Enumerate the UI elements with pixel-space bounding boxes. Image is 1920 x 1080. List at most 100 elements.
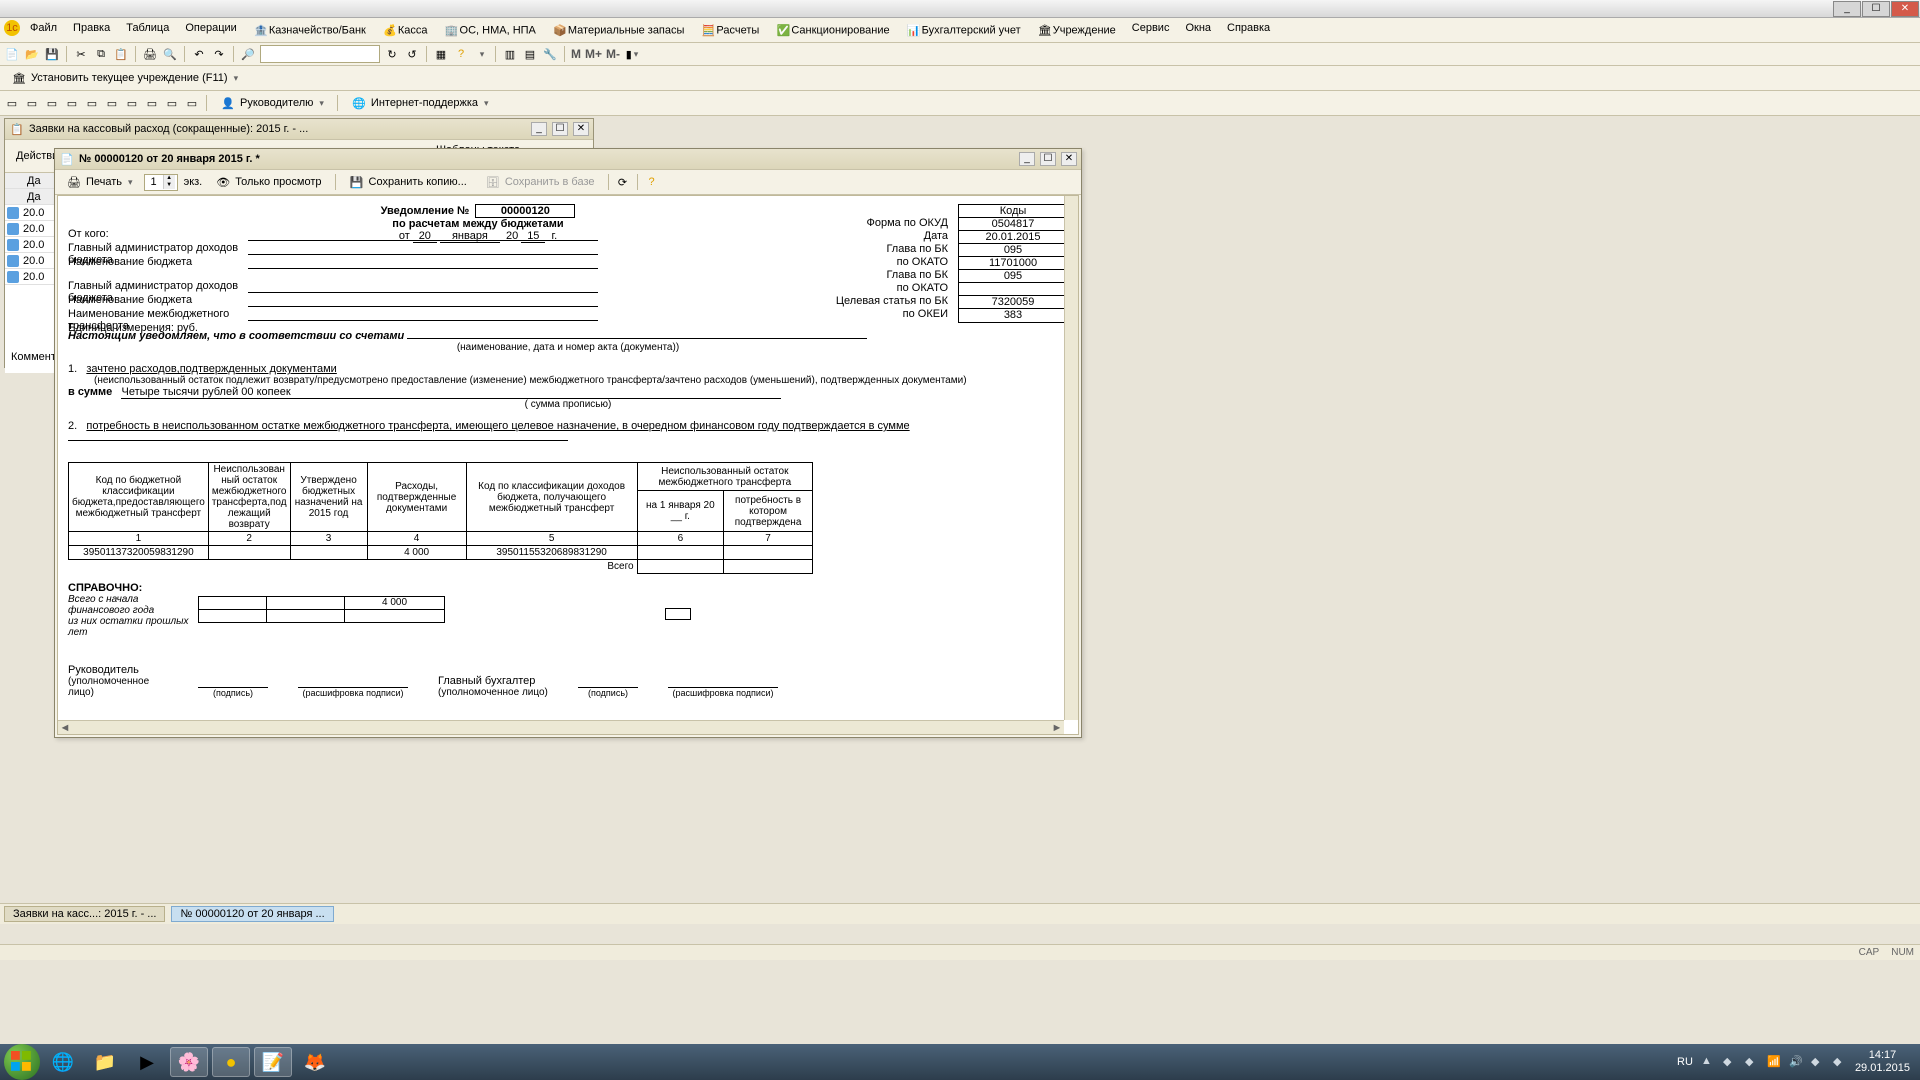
menu-treasury[interactable]: 🏦Казначейство/Банк	[247, 20, 372, 40]
help-doc-icon[interactable]: ?	[644, 174, 660, 190]
refresh-doc-icon[interactable]: ⟳	[615, 174, 631, 190]
save-icon[interactable]: 💾	[44, 46, 60, 62]
panel-toolbar: ▭ ▭ ▭ ▭ ▭ ▭ ▭ ▭ ▭ ▭ 👤 Руководителю 🌐 Инт…	[0, 91, 1920, 116]
scroll-right-icon[interactable]: ►	[1050, 722, 1064, 734]
start-button[interactable]	[4, 1044, 40, 1080]
pane4-icon[interactable]: ▭	[64, 95, 80, 111]
menu-service[interactable]: Сервис	[1126, 20, 1176, 40]
pane2-icon[interactable]: ▭	[24, 95, 40, 111]
spin-up[interactable]: ▲	[163, 175, 175, 182]
save-db-button[interactable]: 🗄 Сохранить в базе	[478, 172, 602, 192]
menu-assets[interactable]: 🏢ОС, НМА, НПА	[438, 20, 542, 40]
grid2-icon[interactable]: ▤	[522, 46, 538, 62]
doc-minimize-button[interactable]: _	[1019, 152, 1035, 166]
search-icon[interactable]: 🔎	[240, 46, 256, 62]
preview-icon[interactable]: 🔍	[162, 46, 178, 62]
tray-lang[interactable]: RU	[1677, 1056, 1693, 1068]
pane3-icon[interactable]: ▭	[44, 95, 60, 111]
print-button[interactable]: 🖨 Печать	[59, 172, 140, 192]
os-minimize-button[interactable]: _	[1833, 1, 1861, 17]
search-combo[interactable]	[260, 45, 380, 63]
memory-mplus[interactable]: M+	[585, 47, 602, 61]
list-window-titlebar[interactable]: 📋 Заявки на кассовый расход (сокращенные…	[5, 119, 593, 140]
tray-app1-icon[interactable]: ◆	[1723, 1055, 1737, 1069]
menu-calc[interactable]: 🧮Расчеты	[694, 20, 765, 40]
spin-down[interactable]: ▼	[163, 182, 175, 189]
redo-icon[interactable]: ↷	[211, 46, 227, 62]
help-dropdown[interactable]	[473, 46, 489, 62]
memory-mminus[interactable]: M-	[606, 47, 620, 61]
task-notes[interactable]: 📝	[254, 1047, 292, 1077]
pane7-icon[interactable]: ▭	[124, 95, 140, 111]
copy-icon[interactable]: ⧉	[93, 46, 109, 62]
manager-button[interactable]: 👤 Руководителю	[213, 93, 331, 113]
pane9-icon[interactable]: ▭	[164, 95, 180, 111]
memory-dropdown[interactable]: ▮	[624, 46, 640, 62]
os-maximize-button[interactable]: ☐	[1862, 1, 1890, 17]
menu-edit[interactable]: Правка	[67, 20, 116, 40]
vertical-scrollbar[interactable]	[1064, 196, 1078, 720]
menu-org[interactable]: 🏛Учреждение	[1031, 20, 1122, 40]
paste-icon[interactable]: 📋	[113, 46, 129, 62]
pane8-icon[interactable]: ▭	[144, 95, 160, 111]
view-only-button[interactable]: 👁 Только просмотр	[208, 172, 328, 192]
save-copy-button[interactable]: 💾 Сохранить копию...	[342, 172, 474, 192]
new-icon[interactable]: 📄	[4, 46, 20, 62]
pane1-icon[interactable]: ▭	[4, 95, 20, 111]
cut-icon[interactable]: ✂	[73, 46, 89, 62]
pane5-icon[interactable]: ▭	[84, 95, 100, 111]
copies-input[interactable]	[145, 176, 163, 188]
menu-sanction[interactable]: ✅Санкционирование	[769, 20, 895, 40]
document-titlebar[interactable]: 📄 № 00000120 от 20 января 2015 г. * _ ☐ …	[55, 149, 1081, 170]
menu-operations[interactable]: Операции	[179, 20, 242, 40]
list-close-button[interactable]: ✕	[573, 122, 589, 136]
menu-cash[interactable]: 💰Касса	[376, 20, 434, 40]
tray-clock[interactable]: 14:17 29.01.2015	[1855, 1049, 1910, 1075]
menu-file[interactable]: Файл	[24, 20, 63, 40]
mdi-tab-list[interactable]: Заявки на касс...: 2015 г. - ...	[4, 906, 165, 922]
copies-spinner[interactable]: ▲▼	[144, 174, 178, 191]
memory-m[interactable]: M	[571, 47, 581, 61]
tray-network-icon[interactable]: 📶	[1767, 1055, 1781, 1069]
doc-maximize-button[interactable]: ☐	[1040, 152, 1056, 166]
tray-app3-icon[interactable]: ◆	[1811, 1055, 1825, 1069]
menu-materials[interactable]: 📦Материальные запасы	[546, 20, 691, 40]
open-icon[interactable]: 📂	[24, 46, 40, 62]
menu-accounting[interactable]: 📊Бухгалтерский учет	[900, 20, 1027, 40]
task-icq[interactable]: 🌸	[170, 1047, 208, 1077]
task-media[interactable]: ▶	[128, 1047, 166, 1077]
list-minimize-button[interactable]: _	[531, 122, 547, 136]
org-toolbar: 🏛 Установить текущее учреждение (F11)	[0, 66, 1920, 91]
pane10-icon[interactable]: ▭	[184, 95, 200, 111]
help-icon[interactable]: ?	[453, 46, 469, 62]
task-firefox[interactable]: 🦊	[296, 1047, 334, 1077]
tray-flag-icon[interactable]: ▲	[1701, 1055, 1715, 1069]
task-explorer[interactable]: 📁	[86, 1047, 124, 1077]
set-current-org-button[interactable]: 🏛 Установить текущее учреждение (F11)	[4, 68, 245, 88]
filter-icon[interactable]: ▦	[433, 46, 449, 62]
menu-windows[interactable]: Окна	[1179, 20, 1217, 40]
pane6-icon[interactable]: ▭	[104, 95, 120, 111]
separator	[66, 46, 67, 62]
undo-icon[interactable]: ↶	[191, 46, 207, 62]
print-icon[interactable]: 🖨	[142, 46, 158, 62]
os-close-button[interactable]: ✕	[1891, 1, 1919, 17]
task-ie[interactable]: 🌐	[44, 1047, 82, 1077]
task-1c[interactable]: ●	[212, 1047, 250, 1077]
horizontal-scrollbar[interactable]: ◄ ►	[58, 720, 1064, 734]
list-maximize-button[interactable]: ☐	[552, 122, 568, 136]
refresh-left-icon[interactable]: ↻	[384, 46, 400, 62]
tray-app4-icon[interactable]: ◆	[1833, 1055, 1847, 1069]
menu-help[interactable]: Справка	[1221, 20, 1276, 40]
refresh-right-icon[interactable]: ↺	[404, 46, 420, 62]
internet-support-button[interactable]: 🌐 Интернет-поддержка	[344, 93, 496, 113]
scroll-left-icon[interactable]: ◄	[58, 722, 72, 734]
doc-close-button[interactable]: ✕	[1061, 152, 1077, 166]
props-icon[interactable]: 🔧	[542, 46, 558, 62]
mdi-tab-document[interactable]: № 00000120 от 20 января ...	[171, 906, 333, 922]
menu-table[interactable]: Таблица	[120, 20, 175, 40]
windows-logo-icon	[11, 1051, 33, 1073]
grid1-icon[interactable]: ▥	[502, 46, 518, 62]
tray-app2-icon[interactable]: ◆	[1745, 1055, 1759, 1069]
tray-sound-icon[interactable]: 🔊	[1789, 1055, 1803, 1069]
